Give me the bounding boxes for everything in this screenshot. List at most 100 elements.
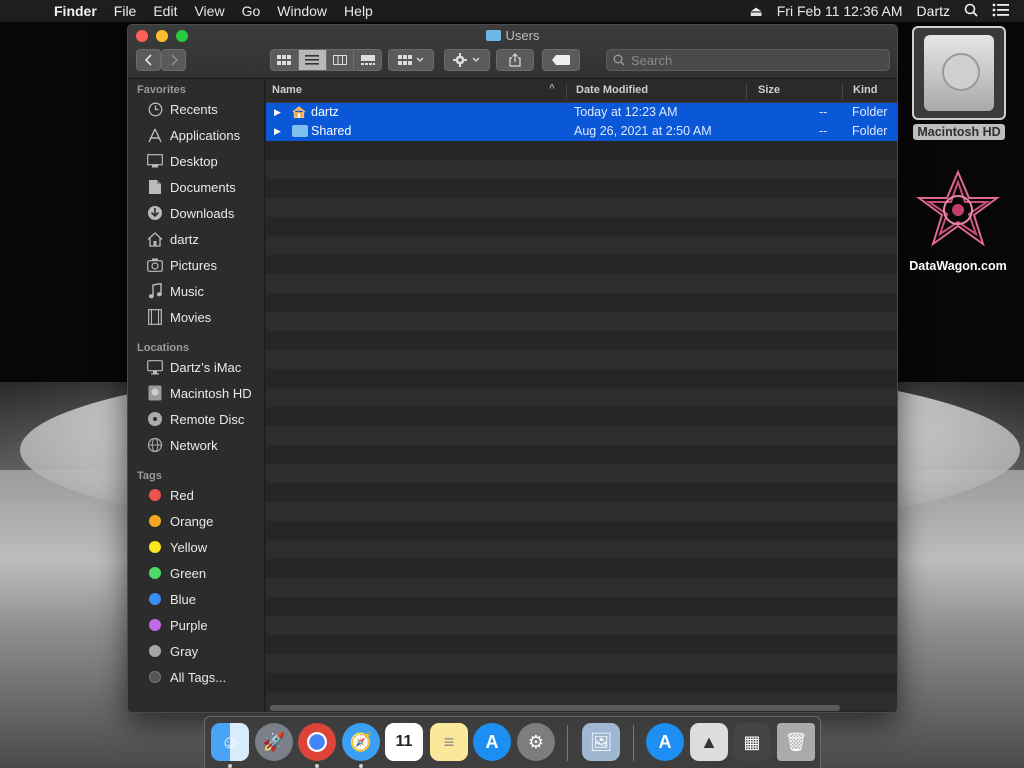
menu-user[interactable]: Dartz bbox=[917, 3, 950, 19]
view-mode-control bbox=[270, 49, 382, 71]
sidebar-tag-all[interactable]: All Tags... bbox=[128, 664, 264, 690]
music-icon bbox=[146, 283, 164, 299]
menu-clock[interactable]: Fri Feb 11 12:36 AM bbox=[777, 3, 903, 19]
sidebar-tag-blue[interactable]: Blue bbox=[128, 586, 264, 612]
running-indicator bbox=[228, 764, 232, 768]
column-divider[interactable] bbox=[842, 83, 843, 99]
sidebar-item-documents[interactable]: Documents bbox=[128, 174, 264, 200]
sidebar-item-pictures[interactable]: Pictures bbox=[128, 252, 264, 278]
search-field[interactable] bbox=[606, 49, 890, 71]
sidebar-tag-red[interactable]: Red bbox=[128, 482, 264, 508]
sidebar-item-dartz[interactable]: dartz bbox=[128, 226, 264, 252]
sidebar-item-movies[interactable]: Movies bbox=[128, 304, 264, 330]
file-rows: ▶ dartz Today at 12:23 AM -- Folder ▶ Sh… bbox=[266, 103, 897, 712]
sidebar-item-label: Green bbox=[170, 565, 207, 581]
sidebar-item-label: dartz bbox=[170, 231, 199, 247]
sidebar-item-network[interactable]: Network bbox=[128, 432, 264, 458]
table-row[interactable]: ▶ Shared Aug 26, 2021 at 2:50 AM -- Fold… bbox=[266, 122, 897, 141]
gallery-icon bbox=[360, 55, 375, 65]
disclosure-triangle-icon[interactable]: ▶ bbox=[274, 107, 281, 118]
folder-icon bbox=[485, 30, 501, 41]
tag-icon bbox=[552, 55, 570, 65]
forward-button[interactable] bbox=[161, 49, 186, 71]
share-icon bbox=[509, 53, 521, 67]
menu-window[interactable]: Window bbox=[277, 3, 327, 19]
back-button[interactable] bbox=[136, 49, 161, 71]
menu-bar: Finder File Edit View Go Window Help ⏏ F… bbox=[0, 0, 1024, 22]
preview-dock-icon[interactable]: 🖼 bbox=[582, 723, 620, 761]
sidebar-item-music[interactable]: Music bbox=[128, 278, 264, 304]
column-kind-header[interactable]: Kind bbox=[853, 84, 877, 96]
column-size-header[interactable]: Size bbox=[758, 84, 780, 96]
notification-center-icon[interactable] bbox=[992, 3, 1010, 20]
sidebar-item-label: Recents bbox=[170, 101, 218, 117]
document-dock-icon[interactable]: ▲ bbox=[690, 723, 728, 761]
gallery-view-button[interactable] bbox=[354, 50, 381, 70]
app-store-folder-dock-icon[interactable]: A bbox=[646, 723, 684, 761]
eject-icon[interactable]: ⏏ bbox=[750, 3, 763, 20]
sidebar-item-downloads[interactable]: Downloads bbox=[128, 200, 264, 226]
menu-edit[interactable]: Edit bbox=[153, 3, 177, 19]
menu-file[interactable]: File bbox=[114, 3, 137, 19]
window-title: Users bbox=[128, 28, 897, 43]
downloads-stack-dock-icon[interactable]: ▦ bbox=[733, 723, 771, 761]
sidebar-tag-purple[interactable]: Purple bbox=[128, 612, 264, 638]
file-kind: Folder bbox=[852, 105, 888, 119]
share-button[interactable] bbox=[496, 49, 534, 71]
notes-dock-icon[interactable]: ≡ bbox=[430, 723, 468, 761]
tag-dot bbox=[149, 489, 161, 501]
sidebar-item-applications[interactable]: Applications bbox=[128, 122, 264, 148]
sidebar-item-remote-disc[interactable]: Remote Disc bbox=[128, 406, 264, 432]
safari-dock-icon[interactable]: 🧭 bbox=[342, 723, 380, 761]
column-view-button[interactable] bbox=[327, 50, 355, 70]
sidebar-item-recents[interactable]: Recents bbox=[128, 96, 264, 122]
sidebar-item-macintosh-hd[interactable]: Macintosh HD bbox=[128, 380, 264, 406]
launchpad-dock-icon[interactable]: 🚀 bbox=[255, 723, 293, 761]
icon-view-button[interactable] bbox=[271, 50, 299, 70]
sidebar-item-imac[interactable]: Dartz’s iMac bbox=[128, 354, 264, 380]
list-view-button[interactable] bbox=[298, 50, 327, 70]
all-tags-icon bbox=[146, 669, 164, 685]
table-row[interactable]: ▶ dartz Today at 12:23 AM -- Folder bbox=[266, 103, 897, 122]
column-name-header[interactable]: Name bbox=[272, 84, 302, 96]
system-preferences-dock-icon[interactable]: ⚙ bbox=[517, 723, 555, 761]
desktop-icon-datawagon[interactable]: DataWagon.com bbox=[900, 168, 1016, 273]
sidebar-tag-orange[interactable]: Orange bbox=[128, 508, 264, 534]
action-button[interactable] bbox=[444, 49, 490, 71]
trash-dock-icon[interactable]: 🗑 bbox=[777, 723, 815, 761]
desktop-icon-macintosh-hd[interactable]: Macintosh HD bbox=[908, 26, 1010, 140]
menu-app-finder[interactable]: Finder bbox=[54, 3, 97, 19]
datawagon-logo-icon bbox=[915, 169, 1001, 247]
horizontal-scrollbar[interactable] bbox=[270, 705, 840, 711]
disclosure-triangle-icon[interactable]: ▶ bbox=[274, 126, 281, 137]
menu-help[interactable]: Help bbox=[344, 3, 373, 19]
columns-icon bbox=[332, 55, 347, 65]
tag-dot bbox=[149, 671, 161, 683]
sidebar-item-label: Macintosh HD bbox=[170, 385, 252, 401]
chrome-dock-icon[interactable] bbox=[298, 723, 336, 761]
sidebar-tag-green[interactable]: Green bbox=[128, 560, 264, 586]
sidebar-section-locations: Locations bbox=[137, 342, 189, 354]
column-divider[interactable] bbox=[746, 83, 747, 99]
sidebar-item-label: Blue bbox=[170, 591, 197, 607]
column-date-header[interactable]: Date Modified bbox=[576, 84, 648, 96]
sidebar-item-label: Pictures bbox=[170, 257, 217, 273]
group-by-button[interactable] bbox=[388, 49, 434, 71]
app-store-dock-icon[interactable]: A bbox=[473, 723, 511, 761]
grid-icon bbox=[277, 55, 292, 65]
sidebar-item-label: All Tags... bbox=[170, 669, 227, 685]
sidebar-tag-gray[interactable]: Gray bbox=[128, 638, 264, 664]
tag-dot bbox=[149, 515, 161, 527]
search-input[interactable] bbox=[631, 52, 871, 68]
column-divider[interactable] bbox=[566, 83, 567, 99]
sidebar-item-desktop[interactable]: Desktop bbox=[128, 148, 264, 174]
calendar-dock-icon[interactable]: 11 bbox=[385, 723, 423, 761]
toolbar: Users bbox=[128, 25, 897, 79]
finder-dock-icon[interactable]: ☺ bbox=[211, 723, 249, 761]
spotlight-search-icon[interactable] bbox=[964, 3, 978, 20]
menu-go[interactable]: Go bbox=[242, 3, 261, 19]
folder-icon bbox=[292, 125, 308, 137]
sidebar-tag-yellow[interactable]: Yellow bbox=[128, 534, 264, 560]
menu-view[interactable]: View bbox=[194, 3, 224, 19]
tag-button[interactable] bbox=[542, 49, 580, 71]
